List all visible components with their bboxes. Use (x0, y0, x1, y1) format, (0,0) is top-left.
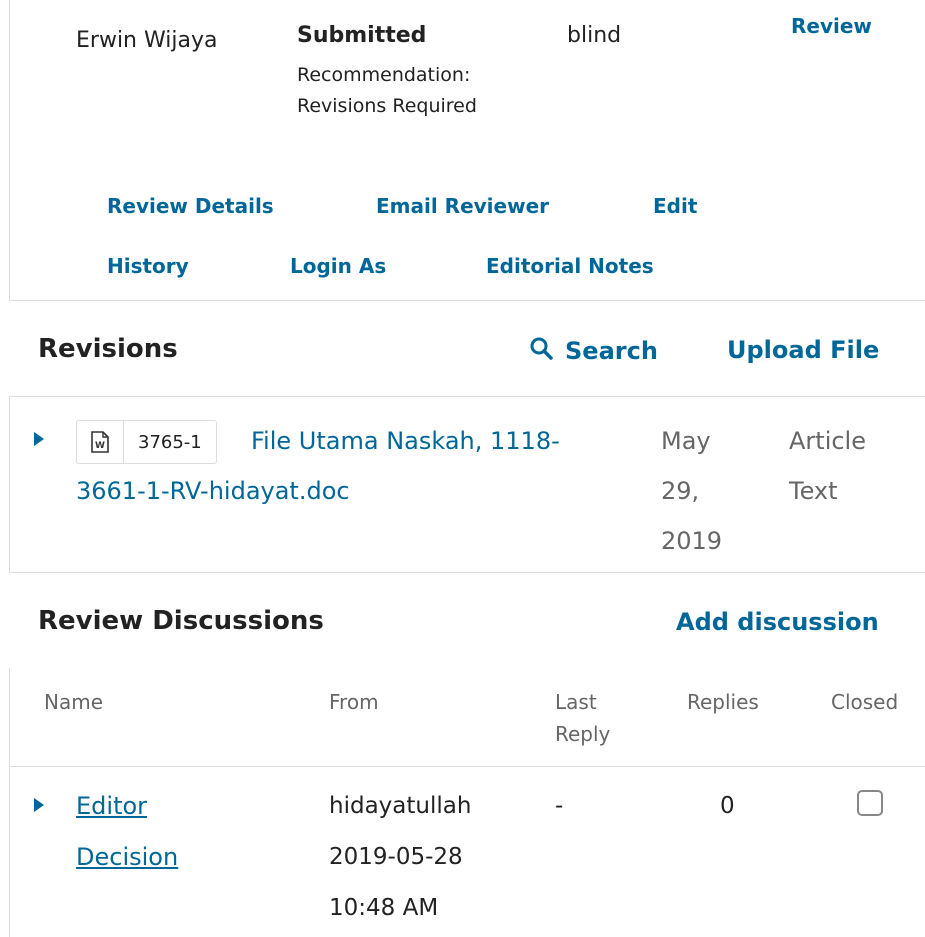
column-header-name: Name (44, 690, 104, 714)
add-discussion-button[interactable]: Add discussion (676, 608, 879, 636)
review-details-link[interactable]: Review Details (107, 191, 274, 221)
discussion-last-reply: - (555, 793, 564, 819)
search-button[interactable]: Search (529, 336, 658, 366)
column-header-from: From (329, 690, 379, 714)
reviewer-name: Erwin Wijaya (76, 28, 218, 53)
panel-left-border (9, 668, 10, 937)
expand-row-arrow-icon[interactable] (34, 798, 44, 812)
history-link[interactable]: History (107, 251, 189, 281)
discussion-closed-checkbox[interactable] (857, 790, 883, 816)
discussions-title: Review Discussions (38, 606, 324, 636)
email-reviewer-link[interactable]: Email Reviewer (376, 191, 549, 221)
divider (9, 396, 925, 397)
login-as-link[interactable]: Login As (290, 251, 386, 281)
discussion-replies: 0 (720, 793, 735, 819)
file-name-link[interactable]: File Utama Naskah, 1118-3661-1-RV-hidaya… (76, 416, 616, 516)
divider (9, 300, 925, 301)
upload-file-button[interactable]: Upload File (727, 336, 879, 364)
panel-left-border (9, 396, 10, 572)
review-link[interactable]: Review (791, 10, 872, 42)
editorial-notes-link[interactable]: Editorial Notes (486, 251, 654, 281)
review-recommendation: Recommendation: Revisions Required (297, 64, 477, 117)
file-component: Article Text (789, 427, 866, 505)
search-label: Search (565, 337, 658, 365)
expand-row-arrow-icon[interactable] (34, 432, 44, 446)
discussion-name-link[interactable]: Editor Decision (76, 781, 206, 883)
review-status: Submitted (297, 23, 427, 48)
file-date: May 29, 2019 (661, 427, 723, 555)
divider (9, 766, 925, 767)
revisions-title: Revisions (38, 334, 178, 364)
divider (9, 572, 925, 573)
edit-review-link[interactable]: Edit (653, 191, 697, 221)
column-header-replies: Replies (687, 690, 759, 714)
column-header-last-reply: Last Reply (555, 690, 611, 746)
panel-left-border (9, 0, 10, 300)
discussion-from: hidayatullah 2019-05-28 10:48 AM (329, 793, 472, 921)
search-icon (529, 336, 553, 366)
column-header-closed: Closed (831, 690, 899, 714)
review-method: blind (567, 23, 622, 48)
